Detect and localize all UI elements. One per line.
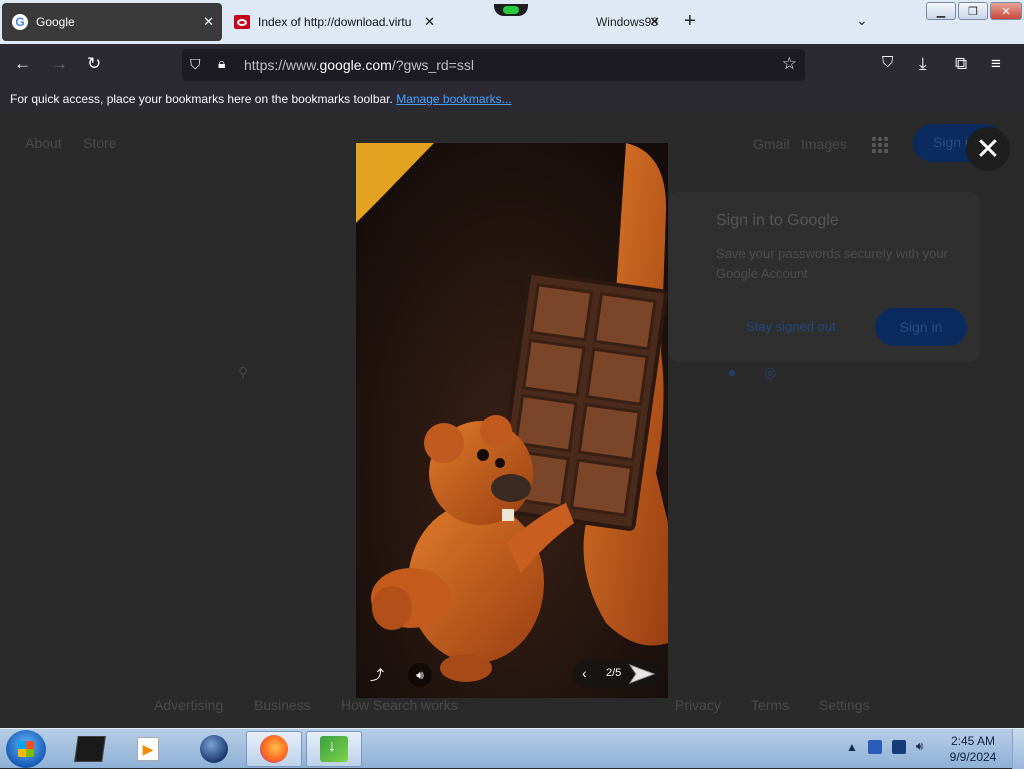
about-link[interactable]: About <box>25 135 62 151</box>
oracle-favicon-icon <box>234 15 250 29</box>
volume-tray-icon[interactable]: 🔊︎ <box>916 739 924 754</box>
taskbar-app-box[interactable] <box>62 731 118 767</box>
download-manager-icon <box>320 736 348 762</box>
network-icon[interactable] <box>891 739 906 754</box>
shield-icon[interactable]: ⛉ <box>190 56 201 73</box>
tab-index[interactable]: Index of http://download.virtu ✕ <box>228 3 443 41</box>
nav-bar: ← → ↻ ⛉ 🔒︎ https://www.google.com/?gws_r… <box>0 44 1024 86</box>
clock-time: 2:45 AM <box>950 734 996 748</box>
taskbar-globe-app[interactable] <box>186 731 242 767</box>
media-player-icon: ▶ <box>137 737 159 761</box>
popup-sign-in-button[interactable]: Sign in <box>875 308 967 346</box>
download-icon[interactable]: ⤓ <box>919 54 927 74</box>
viewer-pager: ‹ 2/5 <box>572 660 658 688</box>
sign-in-popup: Sign in to Google Save your passwords se… <box>668 192 980 362</box>
tray-overflow-icon[interactable]: ▲ <box>846 740 858 754</box>
viewer-counter: 2/5 <box>606 667 622 679</box>
bookmark-star-icon[interactable]: ☆ <box>782 54 797 74</box>
url-prefix: https://www. <box>244 57 320 73</box>
bookmarks-hint: For quick access, place your bookmarks h… <box>10 92 393 106</box>
viewer-image <box>356 143 668 698</box>
footer-settings[interactable]: Settings <box>819 697 870 713</box>
minimize-button[interactable]: ▁ <box>926 2 956 20</box>
send-icon[interactable] <box>628 661 656 687</box>
lens-icon[interactable]: ◎ <box>764 364 776 381</box>
close-tab-icon[interactable]: ✕ <box>424 14 435 30</box>
mic-icon[interactable]: ● <box>728 364 736 380</box>
tab-windows98[interactable]: Windows98 ✕ <box>450 3 668 41</box>
tab-google[interactable]: G Google ✕ <box>2 3 222 41</box>
globe-icon <box>200 735 228 763</box>
close-tab-icon[interactable]: ✕ <box>203 14 214 30</box>
previous-icon[interactable]: ‹ <box>582 665 587 681</box>
taskbar: ▶ ▲ 🔊︎ 2:45 AM 9/9/2024 <box>0 728 1024 769</box>
url-text[interactable]: https://www.google.com/?gws_rd=ssl <box>244 57 474 73</box>
share-icon[interactable]: ⤴ <box>370 665 384 685</box>
show-desktop-button[interactable] <box>1012 729 1024 769</box>
store-link[interactable]: Store <box>83 135 116 151</box>
system-tray: ▲ 🔊︎ <box>846 739 923 754</box>
back-arrow-icon[interactable]: ← <box>14 54 31 74</box>
tray-app-icon[interactable] <box>867 739 882 754</box>
list-tabs-chevron-icon[interactable]: ⌄ <box>856 12 868 29</box>
footer-business[interactable]: Business <box>254 697 311 713</box>
bookmarks-toolbar: For quick access, place your bookmarks h… <box>0 86 1024 112</box>
close-viewer-icon[interactable]: ✕ <box>966 127 1010 171</box>
lock-icon[interactable]: 🔒︎ <box>218 55 225 72</box>
extensions-icon[interactable]: ⧉ <box>955 54 967 74</box>
forward-arrow-icon[interactable]: → <box>51 54 68 74</box>
maximize-button[interactable]: ❐ <box>958 2 988 20</box>
footer-privacy[interactable]: Privacy <box>675 697 721 713</box>
images-link[interactable]: Images <box>801 136 847 152</box>
google-favicon-icon: G <box>12 14 28 30</box>
address-bar[interactable]: ⛉ 🔒︎ https://www.google.com/?gws_rd=ssl … <box>182 49 805 81</box>
reload-icon[interactable]: ↻ <box>87 54 101 74</box>
tab-strip: G Google ✕ Index of http://download.virt… <box>0 0 1024 44</box>
tab-title: Google <box>36 15 75 29</box>
url-suffix: /?gws_rd=ssl <box>391 57 474 73</box>
taskbar-media-player[interactable]: ▶ <box>120 731 176 767</box>
tab-title: Index of http://download.virtu <box>258 15 412 29</box>
close-window-button[interactable]: ✕ <box>990 2 1022 20</box>
volume-icon[interactable]: 🔊︎ <box>408 663 432 687</box>
clock-date: 9/9/2024 <box>949 750 997 764</box>
app-box-icon <box>74 736 106 762</box>
firefox-icon <box>260 735 288 763</box>
media-viewer[interactable]: ⤴ 🔊︎ <box>356 143 668 698</box>
notch-indicator-icon <box>494 4 528 16</box>
close-tab-icon[interactable]: ✕ <box>649 14 660 30</box>
pocket-icon[interactable]: ⛉ <box>882 54 893 71</box>
taskbar-firefox[interactable] <box>246 731 302 767</box>
stay-signed-out-button[interactable]: Stay signed out <box>746 319 836 334</box>
gmail-link[interactable]: Gmail <box>753 136 790 152</box>
new-tab-icon[interactable]: + <box>684 10 696 33</box>
popup-body: Save your passwords securely with your G… <box>716 246 948 281</box>
popup-title: Sign in to Google <box>716 212 839 229</box>
search-icon: ⚲ <box>238 364 249 380</box>
menu-icon[interactable]: ≡ <box>991 54 1001 74</box>
tab-title: Windows98 <box>595 15 658 29</box>
footer-terms[interactable]: Terms <box>751 697 789 713</box>
footer-how-search-works[interactable]: How Search works <box>341 697 458 713</box>
clock[interactable]: 2:45 AM 9/9/2024 <box>944 733 1002 765</box>
url-domain: google.com <box>319 57 392 73</box>
start-button[interactable] <box>6 730 46 768</box>
footer-advertising[interactable]: Advertising <box>154 697 223 713</box>
apps-grid-icon[interactable] <box>872 137 888 153</box>
manage-bookmarks-link[interactable]: Manage bookmarks... <box>396 92 511 106</box>
window-controls: ▁ ❐ ✕ <box>926 2 1022 20</box>
taskbar-download-manager[interactable] <box>306 731 362 767</box>
